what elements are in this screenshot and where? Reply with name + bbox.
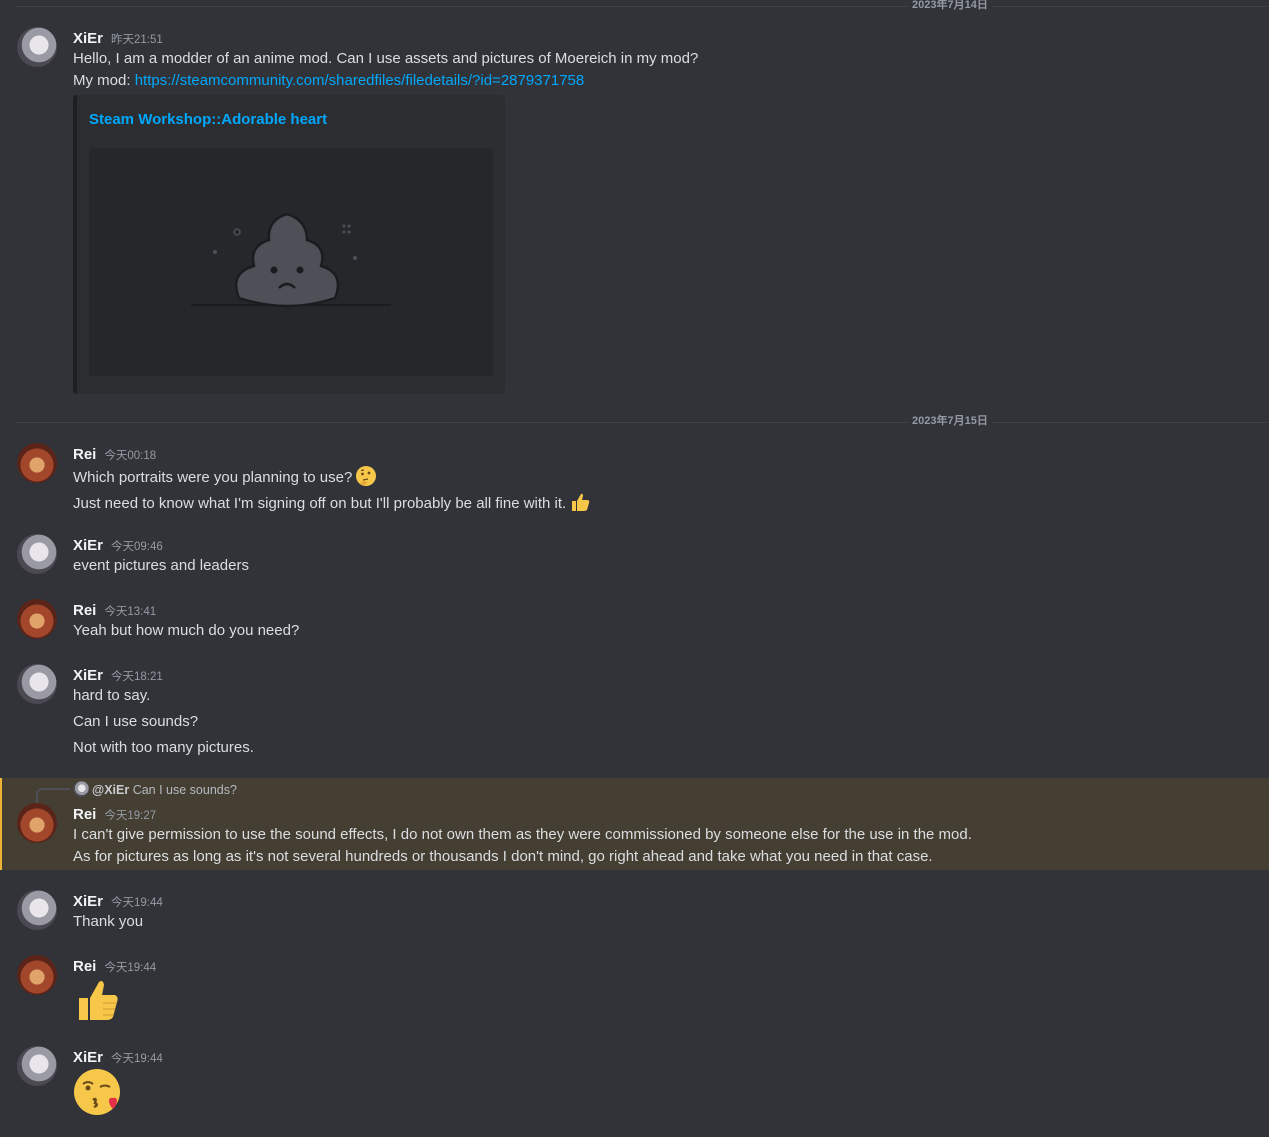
- timestamp: 今天09:46: [111, 541, 163, 553]
- username[interactable]: Rei: [73, 602, 96, 619]
- message-text: event pictures and leaders: [73, 557, 249, 574]
- avatar[interactable]: [17, 599, 57, 639]
- avatar[interactable]: [17, 955, 57, 995]
- reply-reference[interactable]: @XiEr Can I use sounds?: [73, 781, 237, 797]
- date-label: 2023年7月15日: [908, 415, 992, 428]
- message-text: Hello, I am a modder of an anime mod. Ca…: [73, 50, 699, 67]
- thumbs-up-icon: [73, 976, 121, 1028]
- avatar[interactable]: [17, 890, 57, 930]
- timestamp: 今天13:41: [104, 606, 157, 618]
- thumbs-up-icon: [569, 491, 591, 519]
- username[interactable]: Rei: [73, 806, 96, 823]
- date-divider: 2023年7月14日: [16, 0, 1269, 12]
- reply-text: Can I use sounds?: [132, 783, 237, 797]
- avatar[interactable]: [17, 803, 57, 843]
- avatar[interactable]: [17, 1046, 57, 1086]
- username[interactable]: XiEr: [73, 537, 103, 554]
- username[interactable]: Rei: [73, 958, 96, 975]
- timestamp: 今天19:44: [104, 962, 157, 974]
- message-text: I can't give permission to use the sound…: [73, 826, 972, 843]
- avatar[interactable]: [17, 534, 57, 574]
- message-text: Which portraits were you planning to use…: [73, 469, 353, 486]
- avatar[interactable]: [17, 27, 57, 67]
- avatar[interactable]: [17, 664, 57, 704]
- timestamp: 今天00:18: [104, 450, 157, 462]
- timestamp: 今天18:21: [111, 671, 163, 683]
- message-text: My mod:: [73, 72, 135, 89]
- timestamp: 今天19:27: [104, 810, 157, 822]
- timestamp: 今天19:44: [111, 1053, 163, 1065]
- username[interactable]: XiEr: [73, 667, 103, 684]
- message-text: Thank you: [73, 913, 144, 930]
- embed-image-placeholder: [89, 148, 493, 376]
- message-text: Not with too many pictures.: [73, 739, 254, 756]
- username[interactable]: XiEr: [73, 893, 103, 910]
- mod-link[interactable]: https://steamcommunity.com/sharedfiles/f…: [135, 72, 585, 89]
- username[interactable]: XiEr: [73, 1049, 103, 1066]
- reply-connector: [36, 788, 70, 804]
- embed-title[interactable]: Steam Workshop::Adorable heart: [89, 111, 327, 128]
- link-embed: Steam Workshop::Adorable heart: [73, 95, 505, 394]
- date-divider: 2023年7月15日: [16, 415, 1269, 428]
- message-text: Can I use sounds?: [73, 713, 199, 730]
- message-text: Just need to know what I'm signing off o…: [73, 495, 567, 512]
- date-label: 2023年7月14日: [908, 0, 992, 12]
- reply-avatar: [73, 781, 89, 797]
- message-text: hard to say.: [73, 687, 151, 704]
- timestamp: 今天19:44: [111, 897, 163, 909]
- message-text: Yeah but how much do you need?: [73, 622, 300, 639]
- reply-username: @XiEr: [92, 783, 130, 797]
- thinking-face-icon: [355, 465, 377, 493]
- message-text: As for pictures as long as it's not seve…: [73, 848, 933, 865]
- timestamp: 昨天21:51: [111, 34, 163, 46]
- username[interactable]: XiEr: [73, 30, 103, 47]
- broken-image-poop-icon: [191, 212, 391, 308]
- face-blowing-kiss-icon: [73, 1067, 123, 1121]
- avatar[interactable]: [17, 443, 57, 483]
- username[interactable]: Rei: [73, 446, 96, 463]
